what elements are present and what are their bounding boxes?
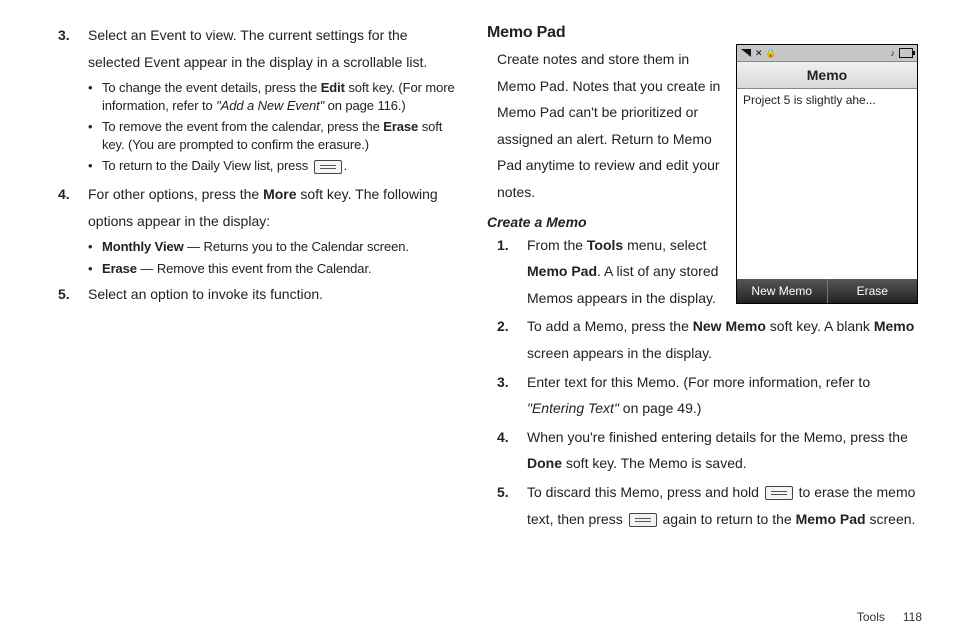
bold: Done <box>527 455 562 471</box>
bullet-text: Monthly View — Returns you to the Calend… <box>102 238 455 256</box>
t: To change the event details, press the <box>102 80 321 95</box>
bullet-text: To remove the event from the calendar, p… <box>102 118 455 153</box>
phone-softkeys: New Memo Erase <box>737 279 917 303</box>
t: Enter text for this Memo. (For more info… <box>527 374 870 390</box>
bold: Memo Pad <box>796 511 866 527</box>
bullet-text: To change the event details, press the E… <box>102 79 455 114</box>
reference: "Entering Text" <box>527 400 619 416</box>
phone-title: Memo <box>737 61 917 89</box>
t: on page 116.) <box>324 98 405 113</box>
line: Select an Event to view. The current set… <box>88 27 408 43</box>
step-5: 5. Select an option to invoke its functi… <box>58 281 455 308</box>
t: To return to the Daily View list, press <box>102 158 312 173</box>
t: screen. <box>866 511 916 527</box>
step-number: 5. <box>497 479 527 532</box>
t: on page 49.) <box>619 400 702 416</box>
phone-screenshot: ✕ 🔒 ♪ Memo Project 5 is slightly ahe... … <box>736 44 918 304</box>
bullet-edit: • To change the event details, press the… <box>88 79 455 114</box>
memo-pad-intro: Create notes and store them in Memo Pad.… <box>497 46 726 206</box>
step-text: Enter text for this Memo. (For more info… <box>527 369 926 422</box>
memo-step-3: 3. Enter text for this Memo. (For more i… <box>497 369 926 422</box>
bullet-icon: • <box>88 238 102 256</box>
heading-memo-pad: Memo Pad <box>487 24 926 42</box>
status-glyphs: ✕ 🔒 <box>755 48 776 59</box>
bold: Memo Pad <box>527 263 597 279</box>
bullet-erase-option: • Erase — Remove this event from the Cal… <box>88 260 455 278</box>
t: — Returns you to the Calendar screen. <box>184 239 409 254</box>
bullet-text: To return to the Daily View list, press … <box>102 157 455 175</box>
t: menu, select <box>623 237 706 253</box>
bold: Erase <box>102 261 137 276</box>
t: To add a Memo, press the <box>527 318 693 334</box>
reference: "Add a New Event" <box>216 98 324 113</box>
subheading-create-memo: Create a Memo <box>487 214 726 230</box>
bold: Memo <box>874 318 914 334</box>
step-number: 4. <box>497 424 527 477</box>
step-number: 2. <box>497 313 527 366</box>
bullet-icon: • <box>88 157 102 175</box>
step-4: 4. For other options, press the More sof… <box>58 181 455 234</box>
bullet-return: • To return to the Daily View list, pres… <box>88 157 455 175</box>
clr-key-icon <box>765 486 793 500</box>
bullet-text: Erase — Remove this event from the Calen… <box>102 260 455 278</box>
softkey-right: Erase <box>828 279 918 303</box>
step-number: 3. <box>58 22 88 75</box>
t: To discard this Memo, press and hold <box>527 484 763 500</box>
page-footer: Tools 118 <box>857 610 922 624</box>
sound-icon: ♪ <box>891 48 896 58</box>
bullet-monthly-view: • Monthly View — Returns you to the Cale… <box>88 238 455 256</box>
step-number: 3. <box>497 369 527 422</box>
step-text: To add a Memo, press the New Memo soft k… <box>527 313 926 366</box>
bold: Erase <box>383 119 418 134</box>
memo-step-5: 5. To discard this Memo, press and hold … <box>497 479 926 532</box>
step-number: 5. <box>58 281 88 308</box>
memo-step-2: 2. To add a Memo, press the New Memo sof… <box>497 313 926 366</box>
signal-icon <box>741 49 751 57</box>
step-text: Select an option to invoke its function. <box>88 281 455 308</box>
bold: Monthly View <box>102 239 184 254</box>
t: . <box>344 158 348 173</box>
line: selected Event appear in the display in … <box>88 54 427 70</box>
t: screen appears in the display. <box>527 345 712 361</box>
bullet-erase: • To remove the event from the calendar,… <box>88 118 455 153</box>
t: When you're finished entering details fo… <box>527 429 908 445</box>
t: soft key. The Memo is saved. <box>562 455 747 471</box>
memo-step-4: 4. When you're finished entering details… <box>497 424 926 477</box>
step-text: For other options, press the More soft k… <box>88 181 455 234</box>
t: again to return to the <box>659 511 796 527</box>
phone-content: Project 5 is slightly ahe... <box>737 89 917 279</box>
t: soft key. A blank <box>766 318 874 334</box>
bold: More <box>263 186 296 202</box>
step-text: To discard this Memo, press and hold to … <box>527 479 926 532</box>
step-number: 4. <box>58 181 88 234</box>
footer-section: Tools <box>857 610 885 624</box>
memo-list-item: Project 5 is slightly ahe... <box>743 93 911 107</box>
bold: Edit <box>321 80 345 95</box>
step-text: From the Tools menu, select Memo Pad. A … <box>527 232 726 312</box>
step-text: Select an Event to view. The current set… <box>88 22 455 75</box>
bullet-icon: • <box>88 260 102 278</box>
t: For other options, press the <box>88 186 263 202</box>
t: — Remove this event from the Calendar. <box>137 261 372 276</box>
battery-icon <box>899 48 913 58</box>
memo-step-1: 1. From the Tools menu, select Memo Pad.… <box>497 232 726 312</box>
softkey-left: New Memo <box>737 279 828 303</box>
step-number: 1. <box>497 232 527 312</box>
phone-status-bar: ✕ 🔒 ♪ <box>737 45 917 61</box>
step-text: When you're finished entering details fo… <box>527 424 926 477</box>
t: To remove the event from the calendar, p… <box>102 119 383 134</box>
step-3: 3. Select an Event to view. The current … <box>58 22 455 75</box>
clr-key-icon <box>314 160 342 174</box>
bullet-icon: • <box>88 79 102 114</box>
bullet-icon: • <box>88 118 102 153</box>
t: From the <box>527 237 587 253</box>
footer-page-number: 118 <box>903 610 922 624</box>
bold: New Memo <box>693 318 766 334</box>
clr-key-icon <box>629 513 657 527</box>
bold: Tools <box>587 237 623 253</box>
